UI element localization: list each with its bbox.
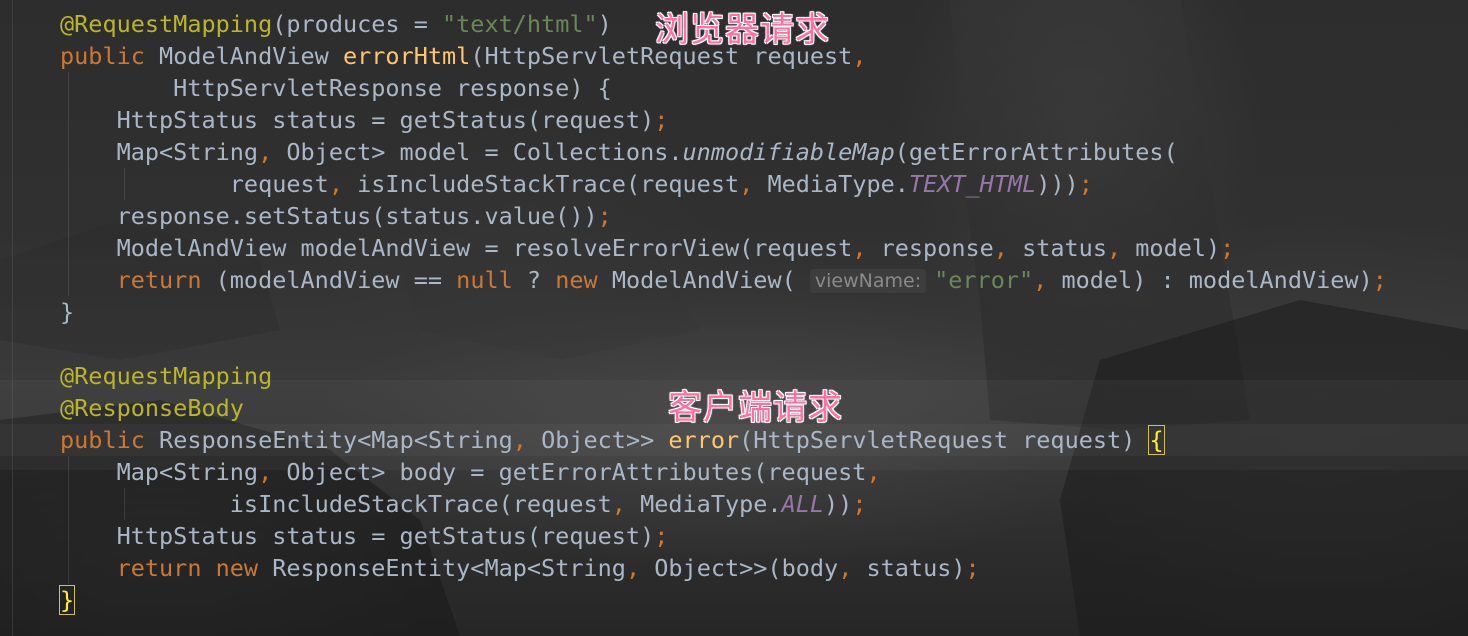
editor-gutter-border (12, 0, 13, 636)
code-text: isIncludeStackTrace(request (60, 490, 612, 518)
punctuation: ; (852, 490, 867, 518)
code-line[interactable]: HttpStatus status = getStatus(request); (60, 104, 1387, 136)
annotation: @RequestMapping (60, 10, 273, 38)
closing-brace: } (60, 298, 75, 326)
code-text: MediaType. (640, 490, 782, 518)
string-literal: "error" (934, 266, 1034, 294)
code-text: ModelAndView( (611, 266, 810, 294)
code-text: ResponseEntity<Map<String (272, 554, 626, 582)
code-text: (getErrorAttributes( (894, 138, 1178, 166)
code-text: (produces = (272, 10, 443, 38)
annotation-label-client-request: 客户端请求 (668, 388, 843, 428)
code-text: )) (824, 490, 853, 518)
code-line[interactable]: request, isIncludeStackTrace(request, Me… (60, 168, 1387, 200)
code-block[interactable]: @RequestMapping(produces = "text/html") … (58, 8, 1387, 616)
parameter-hint: viewName: (809, 269, 927, 293)
method-name: errorHtml (342, 42, 471, 70)
code-text: ModelAndView (159, 42, 343, 70)
code-text: ))) (1036, 170, 1079, 198)
punctuation: , (838, 554, 867, 582)
constant: ALL (781, 490, 825, 518)
code-text: Object> body = getErrorAttributes(reques… (286, 458, 867, 486)
punctuation: , (611, 490, 641, 518)
code-line[interactable]: return new ResponseEntity<Map<String, Ob… (60, 552, 1387, 584)
code-text: status (1022, 234, 1107, 262)
code-line[interactable]: } (58, 584, 1387, 616)
code-text: request (60, 170, 329, 198)
code-line[interactable]: isIncludeStackTrace(request, MediaType.A… (60, 488, 1387, 520)
code-text: HttpServletResponse response) { (60, 74, 612, 102)
punctuation: , (258, 458, 287, 486)
punctuation: , (739, 170, 768, 198)
keyword: new (555, 266, 612, 294)
code-text: (modelAndView == (215, 266, 457, 294)
code-text: Map<String (60, 458, 259, 486)
punctuation: , (1033, 266, 1062, 294)
code-line[interactable]: Map<String, Object> model = Collections.… (60, 136, 1387, 168)
code-line[interactable]: HttpStatus status = getStatus(request); (60, 520, 1387, 552)
static-method: unmodifiableMap (682, 138, 895, 166)
code-text: response (880, 234, 994, 262)
code-line[interactable]: ModelAndView modelAndView = resolveError… (60, 232, 1387, 264)
keyword: public (60, 426, 160, 454)
code-line[interactable]: } (60, 296, 1387, 328)
punctuation: , (852, 42, 867, 70)
code-editor[interactable]: @RequestMapping(produces = "text/html") … (0, 0, 1468, 636)
code-text: Object>> (541, 426, 669, 454)
code-line[interactable]: HttpServletResponse response) { (60, 72, 1387, 104)
punctuation: ; (965, 554, 980, 582)
annotation: @RequestMapping (60, 362, 273, 390)
annotation: @ResponseBody (60, 394, 244, 422)
code-line[interactable]: return (modelAndView == null ? new Model… (60, 264, 1387, 296)
punctuation: , (512, 426, 542, 454)
code-text: response.setStatus(status.value()) (60, 202, 598, 230)
code-text: MediaType. (767, 170, 909, 198)
matched-brace: } (58, 585, 76, 615)
code-line-empty[interactable] (60, 328, 1387, 360)
code-line[interactable]: response.setStatus(status.value()); (60, 200, 1387, 232)
punctuation: , (993, 234, 1023, 262)
punctuation: , (852, 234, 881, 262)
punctuation: , (328, 170, 358, 198)
code-text: status) (866, 554, 966, 582)
punctuation: , (258, 138, 287, 166)
code-text: (HttpServletRequest request) (739, 426, 1150, 454)
annotation-label-browser-request: 浏览器请求 (655, 10, 830, 50)
punctuation: , (625, 554, 655, 582)
code-text: ) (597, 10, 612, 38)
punctuation: ; (654, 522, 669, 550)
punctuation: , (866, 458, 881, 486)
code-text: Object> model = Collections. (286, 138, 683, 166)
keyword: return (60, 266, 216, 294)
method-name: error (668, 426, 740, 454)
punctuation: ; (1372, 266, 1387, 294)
code-text: Map<String (60, 138, 259, 166)
string-literal: "text/html" (442, 10, 598, 38)
code-text: ResponseEntity<Map<String (159, 426, 513, 454)
matched-brace: { (1148, 425, 1165, 455)
keyword: public (60, 42, 160, 70)
punctuation: ; (1220, 234, 1235, 262)
keyword: return (60, 554, 216, 582)
code-text: HttpStatus status = getStatus(request) (60, 522, 655, 550)
code-text: model) : modelAndView) (1061, 266, 1373, 294)
code-text: isIncludeStackTrace(request (357, 170, 740, 198)
code-line[interactable]: Map<String, Object> body = getErrorAttri… (60, 456, 1387, 488)
code-text: ? (526, 266, 556, 294)
code-text: model) (1135, 234, 1221, 262)
code-text: HttpStatus status = getStatus(request) (60, 106, 655, 134)
keyword: null (456, 266, 527, 294)
constant: TEXT_HTML (908, 170, 1037, 198)
punctuation: , (1106, 234, 1136, 262)
code-text: ModelAndView modelAndView = resolveError… (60, 234, 853, 262)
punctuation: ; (1078, 170, 1093, 198)
keyword: new (215, 554, 273, 582)
punctuation: ; (654, 106, 669, 134)
punctuation: ; (597, 202, 612, 230)
code-text: Object>>(body (654, 554, 839, 582)
